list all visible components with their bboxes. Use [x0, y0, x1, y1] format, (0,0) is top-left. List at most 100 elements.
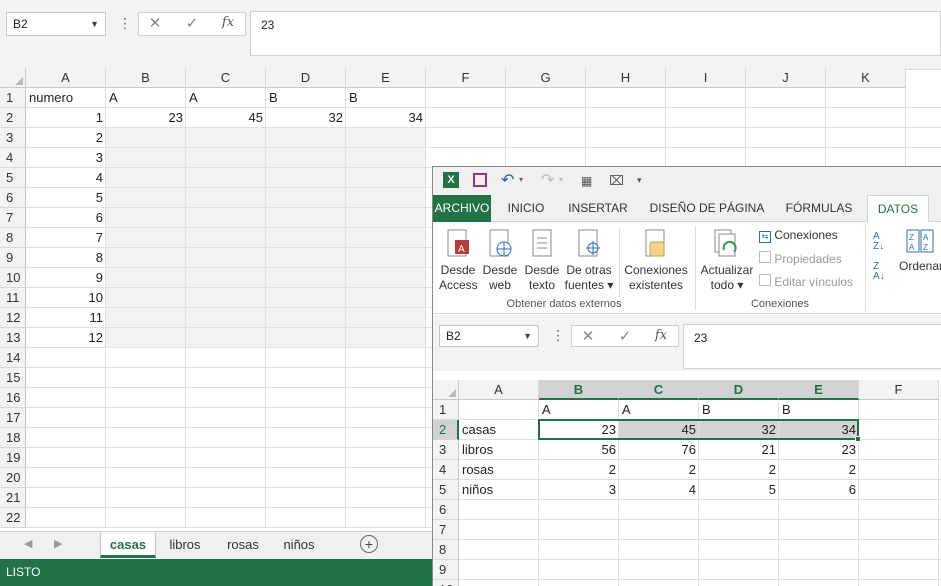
- refresh-all-button[interactable]: Actualizar todo ▾: [699, 228, 755, 293]
- row-header-13[interactable]: 13: [0, 328, 26, 348]
- cell-e4[interactable]: 2: [779, 460, 859, 480]
- cancel-icon[interactable]: ✕: [577, 327, 599, 345]
- chevron-down-icon[interactable]: ▼: [523, 331, 532, 341]
- row-header-2[interactable]: 2: [433, 420, 459, 440]
- insert-function-icon[interactable]: fx: [217, 15, 239, 30]
- cell-e1[interactable]: B: [779, 400, 859, 420]
- row-header-6[interactable]: 6: [433, 500, 459, 520]
- column-header-c[interactable]: C: [619, 380, 699, 400]
- cell-c5[interactable]: 4: [619, 480, 699, 500]
- row-header-22[interactable]: 22: [0, 508, 26, 528]
- column-header-d[interactable]: D: [699, 380, 779, 400]
- other-sources-button[interactable]: De otras fuentes ▾: [563, 228, 615, 293]
- column-header-c[interactable]: C: [186, 68, 266, 88]
- chevron-down-icon[interactable]: ▼: [90, 19, 99, 29]
- more-dots-icon[interactable]: ⋮: [551, 327, 565, 344]
- row-header-19[interactable]: 19: [0, 448, 26, 468]
- cell-a7[interactable]: 6: [26, 208, 106, 228]
- cell-a4[interactable]: 3: [26, 148, 106, 168]
- cell-a5[interactable]: 4: [26, 168, 106, 188]
- cell-e3[interactable]: 23: [779, 440, 859, 460]
- tab-inicio[interactable]: INICIO: [499, 195, 553, 222]
- from-web-button[interactable]: Desde web: [481, 228, 519, 293]
- cell-a5[interactable]: niños: [459, 480, 539, 500]
- cell-a11[interactable]: 10: [26, 288, 106, 308]
- fill-handle[interactable]: [855, 436, 861, 442]
- redo-dropdown-icon[interactable]: ▾: [559, 175, 563, 184]
- tab-datos[interactable]: DATOS: [867, 195, 929, 223]
- from-text-button[interactable]: Desde texto: [523, 228, 561, 293]
- sheet-tab-libros[interactable]: libros: [162, 532, 208, 558]
- column-header-k[interactable]: K: [826, 68, 906, 88]
- from-access-button[interactable]: A Desde Access: [439, 228, 478, 293]
- cell-a10[interactable]: 9: [26, 268, 106, 288]
- sheet-tab-rosas[interactable]: rosas: [220, 532, 266, 558]
- cell-b5[interactable]: 3: [539, 480, 619, 500]
- column-header-i[interactable]: I: [666, 68, 746, 88]
- cancel-icon[interactable]: ✕: [144, 14, 166, 32]
- cell-b3[interactable]: 56: [539, 440, 619, 460]
- cell-a1[interactable]: numero: [26, 88, 106, 108]
- enter-check-icon[interactable]: ✓: [181, 14, 203, 32]
- cell-e5[interactable]: 6: [779, 480, 859, 500]
- column-header-g[interactable]: G: [506, 68, 586, 88]
- row-header-9[interactable]: 9: [0, 248, 26, 268]
- column-header-f[interactable]: F: [426, 68, 506, 88]
- cell-a3[interactable]: libros: [459, 440, 539, 460]
- fg-name-box[interactable]: B2 ▼: [439, 325, 539, 347]
- column-header-a[interactable]: A: [26, 68, 106, 88]
- form-icon[interactable]: ▦: [581, 174, 592, 188]
- cell-a4[interactable]: rosas: [459, 460, 539, 480]
- row-header-16[interactable]: 16: [0, 388, 26, 408]
- sort-button[interactable]: ZAAZ Ordenar: [899, 228, 941, 274]
- add-sheet-icon[interactable]: +: [360, 535, 378, 553]
- select-all-corner[interactable]: [433, 380, 459, 400]
- edit-links-button[interactable]: Editar vínculos: [759, 274, 853, 289]
- row-header-3[interactable]: 3: [0, 128, 26, 148]
- cell-b1[interactable]: A: [539, 400, 619, 420]
- cell-d3[interactable]: 21: [699, 440, 779, 460]
- cell-c4[interactable]: 2: [619, 460, 699, 480]
- row-header-9[interactable]: 9: [433, 560, 459, 580]
- row-header-5[interactable]: 5: [433, 480, 459, 500]
- redo-icon[interactable]: ↷: [541, 170, 554, 190]
- row-header-14[interactable]: 14: [0, 348, 26, 368]
- row-header-8[interactable]: 8: [0, 228, 26, 248]
- row-header-1[interactable]: 1: [433, 400, 459, 420]
- cell-c2[interactable]: 45: [186, 108, 266, 128]
- row-header-2[interactable]: 2: [0, 108, 26, 128]
- insert-function-icon[interactable]: fx: [650, 328, 672, 343]
- row-header-7[interactable]: 7: [0, 208, 26, 228]
- select-all-corner[interactable]: [0, 68, 26, 88]
- cell-c1[interactable]: A: [619, 400, 699, 420]
- sort-za-icon[interactable]: Z A↓: [873, 262, 885, 282]
- cell-e1[interactable]: B: [346, 88, 426, 108]
- undo-icon[interactable]: ↶: [501, 170, 514, 190]
- row-header-20[interactable]: 20: [0, 468, 26, 488]
- column-header-b[interactable]: B: [539, 380, 619, 400]
- formula-input[interactable]: 23: [250, 11, 941, 56]
- cell-a3[interactable]: 2: [26, 128, 106, 148]
- fg-formula-input[interactable]: 23: [683, 324, 941, 369]
- row-header-15[interactable]: 15: [0, 368, 26, 388]
- row-header-21[interactable]: 21: [0, 488, 26, 508]
- row-header-7[interactable]: 7: [433, 520, 459, 540]
- more-dots-icon[interactable]: ⋮: [118, 15, 132, 32]
- name-box[interactable]: B2 ▼: [6, 12, 106, 36]
- cell-a1[interactable]: [459, 400, 539, 420]
- column-header-j[interactable]: J: [746, 68, 826, 88]
- tab-formulas[interactable]: FÓRMULAS: [779, 195, 859, 222]
- cell-b4[interactable]: 2: [539, 460, 619, 480]
- row-header-3[interactable]: 3: [433, 440, 459, 460]
- cell-d1[interactable]: B: [699, 400, 779, 420]
- row-header-18[interactable]: 18: [0, 428, 26, 448]
- column-header-b[interactable]: B: [106, 68, 186, 88]
- tab-diseno-de-pagina[interactable]: DISEÑO DE PÁGINA: [647, 195, 767, 222]
- cell-e2[interactable]: 34: [346, 108, 426, 128]
- row-header-6[interactable]: 6: [0, 188, 26, 208]
- column-header-e[interactable]: E: [779, 380, 859, 400]
- row-header-11[interactable]: 11: [0, 288, 26, 308]
- cell-c1[interactable]: A: [186, 88, 266, 108]
- properties-button[interactable]: Propiedades: [759, 251, 842, 266]
- cell-d5[interactable]: 5: [699, 480, 779, 500]
